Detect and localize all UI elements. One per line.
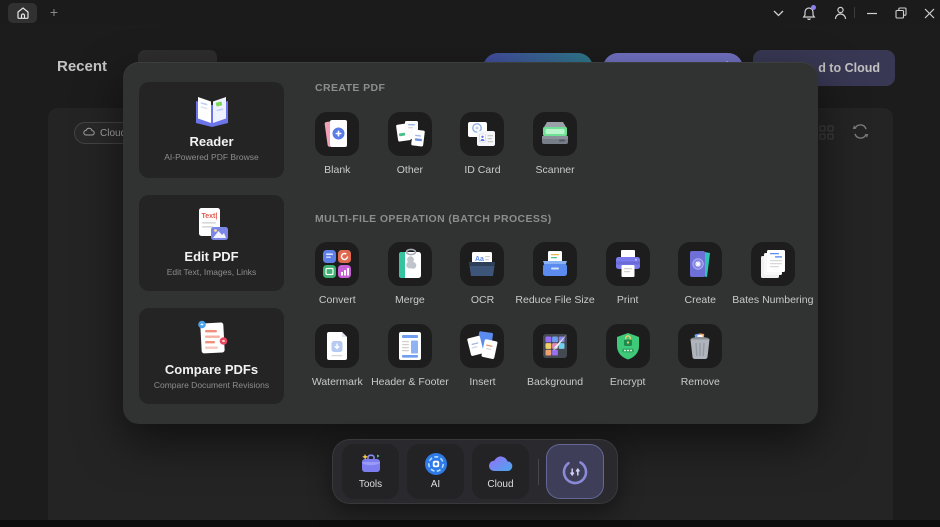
id-card-icon	[468, 122, 496, 146]
dock-ai-label: AI	[430, 479, 441, 490]
scanner-icon	[542, 122, 569, 144]
chevron-down-icon[interactable]	[770, 5, 786, 21]
bottom-strip	[0, 520, 940, 527]
item-reduce-file-size[interactable]: Reduce File Size	[515, 242, 595, 306]
card-reader-subtitle: AI-Powered PDF Browse	[164, 152, 259, 162]
sync-icon	[562, 459, 588, 484]
card-edit-pdf-subtitle: Edit Text, Images, Links	[166, 267, 257, 277]
item-insert[interactable]: Insert	[446, 324, 519, 388]
remove-icon	[690, 333, 710, 360]
dock-cloud-label: Cloud	[487, 479, 514, 490]
convert-icon	[323, 250, 352, 278]
item-merge[interactable]: Merge	[374, 242, 447, 306]
new-tab-button[interactable]: +	[46, 4, 62, 20]
edit-pdf-icon: Text|	[198, 208, 228, 240]
item-reduce-file-size-label: Reduce File Size	[515, 294, 595, 306]
item-insert-label: Insert	[469, 376, 496, 388]
item-ocr[interactable]: Aa OCR	[446, 242, 519, 306]
compare-pdfs-icon	[197, 320, 227, 354]
ocr-icon: Aa	[469, 252, 496, 276]
svg-text:Text|: Text|	[201, 213, 217, 220]
close-icon[interactable]	[921, 5, 937, 21]
item-background-label: Background	[527, 376, 584, 388]
item-create[interactable]: Create	[664, 242, 737, 306]
batch-section-header: MULTI-FILE OPERATION (BATCH PROCESS)	[315, 213, 552, 225]
ai-icon	[424, 453, 447, 475]
item-convert-label: Convert	[318, 294, 356, 306]
watermark-icon	[327, 332, 348, 360]
create-icon	[690, 251, 711, 277]
titlebar-divider	[854, 7, 855, 18]
item-blank[interactable]: Blank	[301, 112, 374, 176]
item-scanner[interactable]: Scanner	[519, 112, 592, 176]
plus-icon: +	[49, 4, 59, 20]
item-other-label: Other	[396, 164, 424, 176]
print-icon	[615, 250, 640, 277]
app-window: Recent Cloud d to Cloud Reader AI-Powere…	[0, 0, 940, 527]
item-scanner-label: Scanner	[535, 164, 575, 176]
item-bates-numbering[interactable]: Bates Numbering	[732, 242, 813, 306]
item-bates-numbering-label: Bates Numbering	[732, 294, 814, 306]
merge-icon	[398, 248, 421, 278]
card-reader[interactable]: Reader AI-Powered PDF Browse	[139, 82, 284, 178]
notification-dot	[811, 5, 816, 10]
tools-icon	[361, 454, 380, 472]
batch-row-2: Watermark Header & Footer Insert Backgro…	[301, 324, 737, 388]
card-compare-pdfs-title: Compare PDFs	[164, 362, 259, 377]
background-icon	[543, 334, 568, 358]
item-remove[interactable]: Remove	[664, 324, 737, 388]
encrypt-icon	[616, 333, 639, 360]
cloud-icon	[488, 456, 512, 471]
other-icon	[396, 121, 425, 147]
card-compare-pdfs-subtitle: Compare Document Revisions	[153, 380, 270, 390]
header-footer-icon	[398, 332, 421, 360]
reader-icon	[195, 97, 228, 127]
item-header-footer[interactable]: Header & Footer	[371, 324, 449, 388]
item-encrypt[interactable]: Encrypt	[591, 324, 664, 388]
card-edit-pdf-title: Edit PDF	[184, 249, 239, 264]
dock-ai-button[interactable]: AI	[407, 444, 464, 499]
create-pdf-row: Blank Other ID Card Scanner	[301, 112, 591, 176]
batch-row-1: Convert Merge Aa OCR Reduce File Size Pr…	[301, 242, 813, 306]
svg-text:Aa: Aa	[475, 256, 484, 263]
create-pdf-section-header: CREATE PDF	[315, 82, 386, 94]
dock-tools-label: Tools	[358, 479, 383, 490]
blank-icon	[324, 120, 348, 147]
reduce-file-size-icon	[543, 251, 568, 276]
item-remove-label: Remove	[680, 376, 720, 388]
minimize-icon[interactable]	[864, 5, 880, 21]
bates-numbering-icon	[760, 250, 785, 278]
titlebar: +	[0, 0, 940, 25]
item-print[interactable]: Print	[591, 242, 664, 306]
item-id-card[interactable]: ID Card	[446, 112, 519, 176]
item-watermark[interactable]: Watermark	[301, 324, 374, 388]
item-blank-label: Blank	[324, 164, 351, 176]
item-id-card-label: ID Card	[464, 164, 501, 176]
item-other[interactable]: Other	[374, 112, 447, 176]
item-background[interactable]: Background	[519, 324, 592, 388]
item-convert[interactable]: Convert	[301, 242, 374, 306]
card-compare-pdfs[interactable]: Compare PDFs Compare Document Revisions	[139, 308, 284, 404]
item-watermark-label: Watermark	[311, 376, 363, 388]
card-edit-pdf[interactable]: Text| Edit PDF Edit Text, Images, Links	[139, 195, 284, 291]
item-create-label: Create	[684, 294, 717, 306]
item-merge-label: Merge	[395, 294, 425, 306]
bottom-dock: Tools AI Cloud	[332, 439, 618, 504]
item-encrypt-label: Encrypt	[609, 376, 646, 388]
dock-divider	[538, 458, 539, 485]
restore-icon[interactable]	[893, 5, 909, 21]
account-icon[interactable]	[832, 5, 848, 21]
tools-flyout-modal: Reader AI-Powered PDF Browse Text| Edit …	[123, 62, 818, 424]
dock-cloud-button[interactable]: Cloud	[472, 444, 529, 499]
notifications-bell-icon[interactable]	[801, 5, 817, 21]
dock-tools-button[interactable]: Tools	[342, 444, 399, 499]
item-ocr-label: OCR	[470, 294, 495, 306]
card-reader-title: Reader	[189, 134, 234, 149]
home-icon	[16, 7, 29, 19]
item-header-footer-label: Header & Footer	[371, 376, 449, 388]
home-tab[interactable]	[8, 3, 37, 23]
dock-sync-toggle-button[interactable]	[546, 444, 604, 499]
insert-icon	[467, 331, 498, 359]
item-print-label: Print	[616, 294, 639, 306]
